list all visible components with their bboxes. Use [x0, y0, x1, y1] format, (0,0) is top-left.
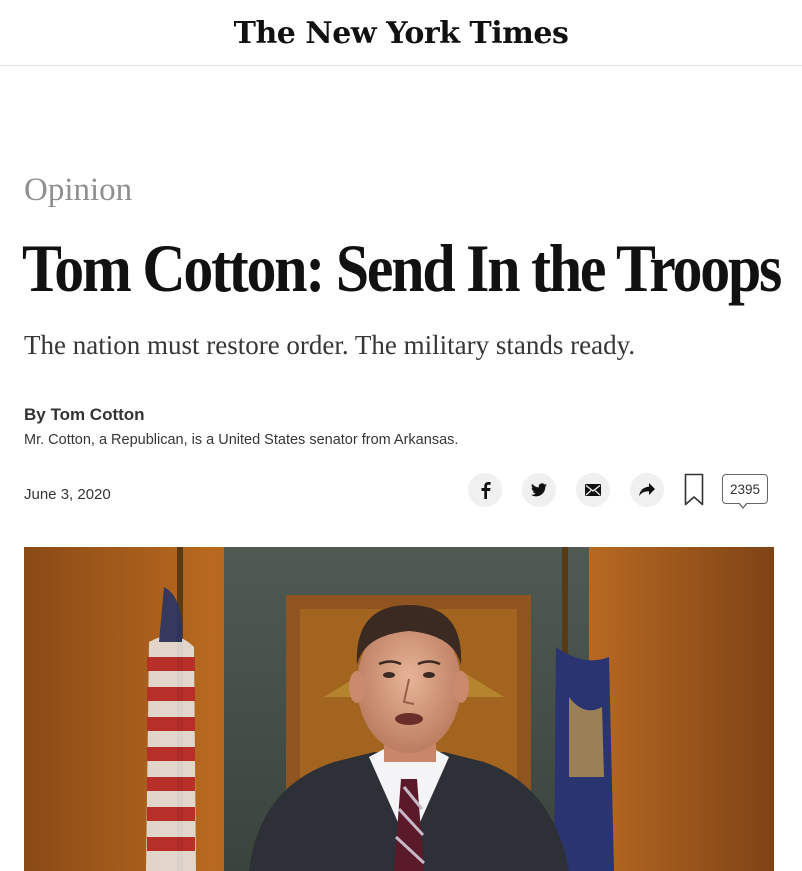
headline: Tom Cotton: Send In the Troops	[22, 230, 782, 306]
email-icon	[585, 484, 601, 496]
email-share-button[interactable]	[576, 473, 610, 507]
bookmark-icon[interactable]	[684, 473, 704, 507]
facebook-share-button[interactable]	[468, 473, 502, 507]
summary: The nation must restore order. The milit…	[24, 330, 636, 360]
publish-date: June 3, 2020	[24, 486, 111, 503]
facebook-icon	[481, 482, 491, 499]
nyt-logo[interactable]: The New York Times	[234, 16, 569, 51]
masthead: The New York Times	[0, 0, 802, 66]
lead-photo	[24, 547, 774, 871]
more-share-button[interactable]	[630, 473, 664, 507]
comments-button[interactable]: 2395	[722, 474, 770, 510]
share-arrow-icon	[639, 483, 655, 496]
author-bio: Mr. Cotton, a Republican, is a United St…	[24, 432, 459, 448]
byline[interactable]: By Tom Cotton	[24, 405, 145, 425]
twitter-icon	[531, 483, 547, 497]
section-kicker[interactable]: Opinion	[24, 172, 132, 209]
comment-icon: 2395	[722, 474, 768, 504]
comment-count: 2395	[729, 481, 761, 497]
twitter-share-button[interactable]	[522, 473, 556, 507]
comment-bubble-tail	[738, 502, 748, 509]
